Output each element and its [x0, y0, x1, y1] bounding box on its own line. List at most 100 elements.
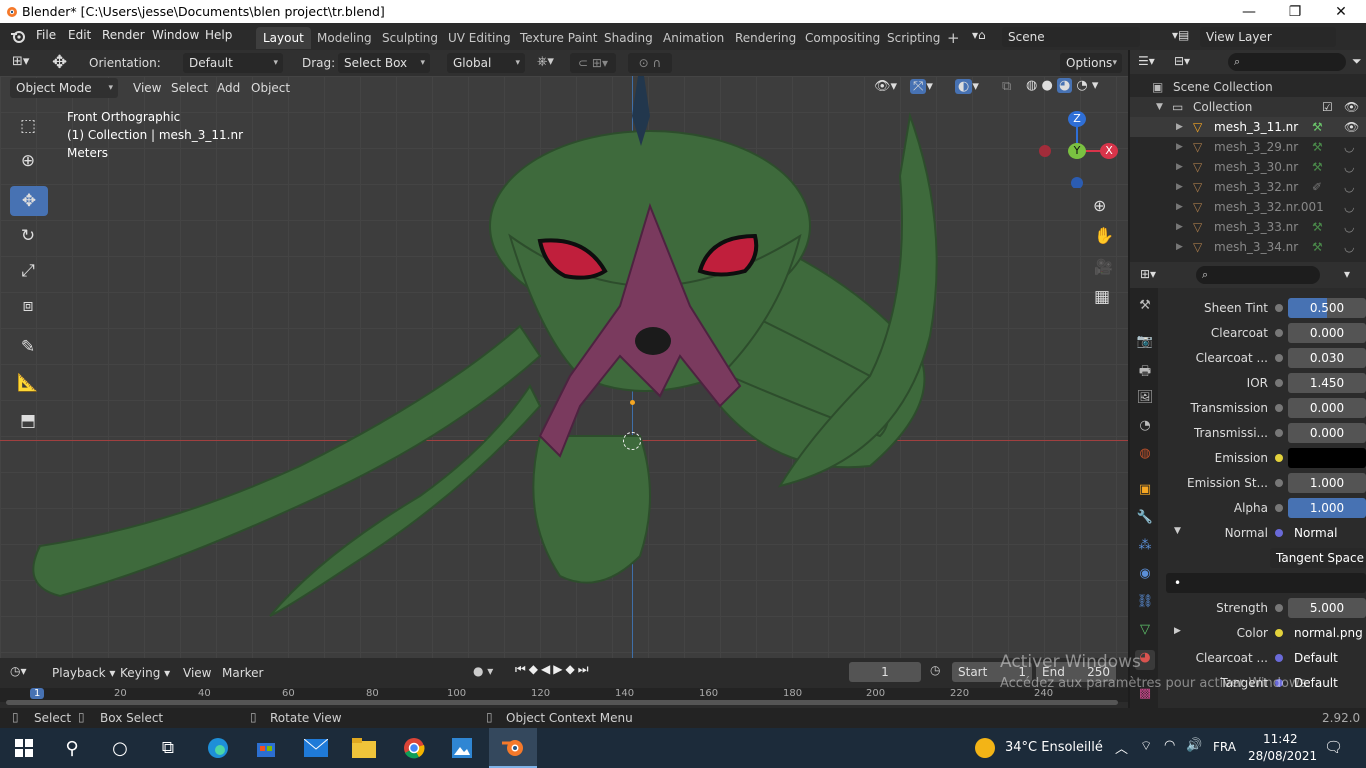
- expand-icon[interactable]: ▶: [1176, 237, 1183, 257]
- expand-icon[interactable]: ▶: [1176, 197, 1183, 217]
- uv-map-input[interactable]: •: [1166, 573, 1366, 593]
- socket-dot[interactable]: [1275, 379, 1283, 387]
- filter-icon[interactable]: ⏷: [1352, 54, 1362, 69]
- wifi-icon[interactable]: ◠: [1164, 738, 1175, 753]
- expand-icon[interactable]: ▶: [1176, 217, 1183, 237]
- gizmo-y-axis[interactable]: Y: [1068, 143, 1086, 159]
- gizmo-z-axis[interactable]: Z: [1068, 111, 1086, 127]
- proportional-edit-icon[interactable]: ⊙ ∩: [628, 53, 672, 73]
- clock-icon[interactable]: ◷: [930, 663, 940, 677]
- editor-type-icon[interactable]: ⊞▾: [12, 54, 29, 69]
- timeline-menu-playback[interactable]: Playback ▾: [52, 666, 115, 680]
- outliner-item[interactable]: ▶ ▽ mesh_3_32.nr.001 ◡: [1130, 197, 1366, 217]
- tab-animation[interactable]: Animation: [656, 27, 731, 49]
- hidden-eye-icon[interactable]: ◡: [1344, 237, 1354, 257]
- transmission-roughness-field[interactable]: 0.000: [1288, 423, 1366, 443]
- world-tab-icon[interactable]: ◍: [1135, 446, 1155, 466]
- expand-icon[interactable]: ▶: [1176, 117, 1183, 137]
- weather-text[interactable]: 34°C Ensoleillé: [1005, 740, 1103, 755]
- creature-model[interactable]: [20, 76, 960, 658]
- properties-search-input[interactable]: ⌕: [1196, 266, 1320, 284]
- start-button-icon[interactable]: [0, 728, 48, 768]
- task-view-icon[interactable]: ⧉: [144, 728, 192, 768]
- mail-icon[interactable]: [292, 728, 340, 768]
- playhead[interactable]: 1: [30, 688, 45, 699]
- annotate-tool-icon[interactable]: ✎: [13, 332, 43, 362]
- mode-dropdown[interactable]: Object Mode ▾: [10, 78, 118, 98]
- scale-tool-icon[interactable]: ⤢: [13, 256, 43, 286]
- camera-icon[interactable]: 🎥: [1094, 258, 1113, 276]
- transform-tool-icon[interactable]: ⧈: [13, 291, 43, 321]
- tab-modeling[interactable]: Modeling: [310, 27, 379, 49]
- menu-edit[interactable]: Edit: [68, 28, 91, 42]
- modifier-icon[interactable]: ⚒: [1312, 217, 1323, 237]
- clearcoat-roughness-field[interactable]: 0.030: [1288, 348, 1366, 368]
- measure-tool-icon[interactable]: 📐: [13, 368, 43, 398]
- socket-dot[interactable]: [1275, 304, 1283, 312]
- select-tool-icon[interactable]: ⬚: [13, 111, 43, 141]
- modifier-icon[interactable]: ⚒: [1312, 117, 1323, 137]
- outliner-item[interactable]: ▶ ▽ mesh_3_32.nr ✐ ◡: [1130, 177, 1366, 197]
- expand-icon[interactable]: ▶: [1176, 177, 1183, 197]
- edge-icon[interactable]: [194, 728, 242, 768]
- expand-icon[interactable]: ▼: [1156, 97, 1163, 117]
- zoom-icon[interactable]: ⊕: [1093, 196, 1106, 215]
- socket-dot[interactable]: [1275, 329, 1283, 337]
- timeline-menu-view[interactable]: View: [183, 666, 211, 680]
- scene-field[interactable]: Scene: [1002, 27, 1140, 47]
- alpha-slider[interactable]: 1.000: [1288, 498, 1366, 518]
- visibility-icon[interactable]: 👁▾: [874, 79, 897, 94]
- expand-icon[interactable]: ▶: [1176, 157, 1183, 177]
- collapse-icon[interactable]: ▼: [1174, 526, 1181, 536]
- outliner-editor-type-icon[interactable]: ☰▾: [1138, 54, 1155, 68]
- expand-icon[interactable]: ▶: [1174, 626, 1181, 636]
- hidden-eye-icon[interactable]: ◡: [1344, 137, 1354, 157]
- outliner-item[interactable]: ▶ ▽ mesh_3_11.nr ⚒ 👁: [1130, 117, 1366, 137]
- brush-icon[interactable]: ✐: [1312, 177, 1322, 197]
- timeline-menu-marker[interactable]: Marker: [222, 666, 263, 680]
- tab-sculpting[interactable]: Sculpting: [375, 27, 445, 49]
- clearcoat-normal-node[interactable]: Default: [1288, 648, 1366, 668]
- outliner-item[interactable]: ▶ ▽ mesh_3_33.nr ⚒ ◡: [1130, 217, 1366, 237]
- tab-layout[interactable]: Layout: [256, 27, 311, 49]
- socket-dot[interactable]: [1275, 479, 1283, 487]
- ortho-grid-icon[interactable]: ▦: [1094, 287, 1110, 307]
- expand-icon[interactable]: ▶: [1176, 137, 1183, 157]
- color-texture-node[interactable]: normal.png: [1288, 623, 1366, 643]
- collection-eye-icon[interactable]: 👁: [1344, 97, 1359, 117]
- modifier-icon[interactable]: ⚒: [1312, 157, 1323, 177]
- modifier-tab-icon[interactable]: 🔧: [1135, 510, 1155, 530]
- hidden-eye-icon[interactable]: ◡: [1344, 157, 1354, 177]
- view-layer-tab-icon[interactable]: 🖼: [1135, 390, 1155, 410]
- search-icon[interactable]: ⚲: [48, 728, 96, 768]
- emission-strength-field[interactable]: 1.000: [1288, 473, 1366, 493]
- options-dropdown[interactable]: Options ▾: [1060, 53, 1122, 73]
- chrome-icon[interactable]: [390, 728, 438, 768]
- strength-field[interactable]: 5.000: [1288, 598, 1366, 618]
- physics-tab-icon[interactable]: ◉: [1135, 566, 1155, 586]
- close-button[interactable]: ✕: [1318, 0, 1364, 23]
- tab-uv-editing[interactable]: UV Editing: [441, 27, 518, 49]
- minimize-button[interactable]: —: [1226, 0, 1272, 23]
- weather-sun-icon[interactable]: [975, 738, 995, 758]
- store-icon[interactable]: [242, 728, 290, 768]
- blender-menu-icon[interactable]: [10, 28, 26, 44]
- volume-icon[interactable]: 🔊: [1186, 738, 1202, 753]
- outliner-search-input[interactable]: ⌕: [1228, 53, 1346, 71]
- modifier-icon[interactable]: ⚒: [1312, 237, 1323, 257]
- tab-scripting[interactable]: Scripting: [880, 27, 947, 49]
- visibility-eye-icon[interactable]: 👁: [1344, 117, 1359, 137]
- cortana-icon[interactable]: ○: [96, 728, 144, 768]
- transmission-field[interactable]: 0.000: [1288, 398, 1366, 418]
- viewport-menu-add[interactable]: Add: [217, 81, 240, 95]
- menu-file[interactable]: File: [36, 28, 56, 42]
- socket-dot[interactable]: [1275, 429, 1283, 437]
- display-mode-icon[interactable]: ⊟▾: [1174, 54, 1190, 68]
- data-tab-icon[interactable]: ▽: [1135, 622, 1155, 642]
- overlay-toggle-icon[interactable]: ◐ ▾: [955, 79, 995, 99]
- socket-dot[interactable]: [1275, 604, 1283, 612]
- tab-rendering[interactable]: Rendering: [728, 27, 803, 49]
- file-explorer-icon[interactable]: [340, 728, 388, 768]
- menu-help[interactable]: Help: [205, 28, 232, 42]
- add-workspace-button[interactable]: +: [940, 27, 967, 49]
